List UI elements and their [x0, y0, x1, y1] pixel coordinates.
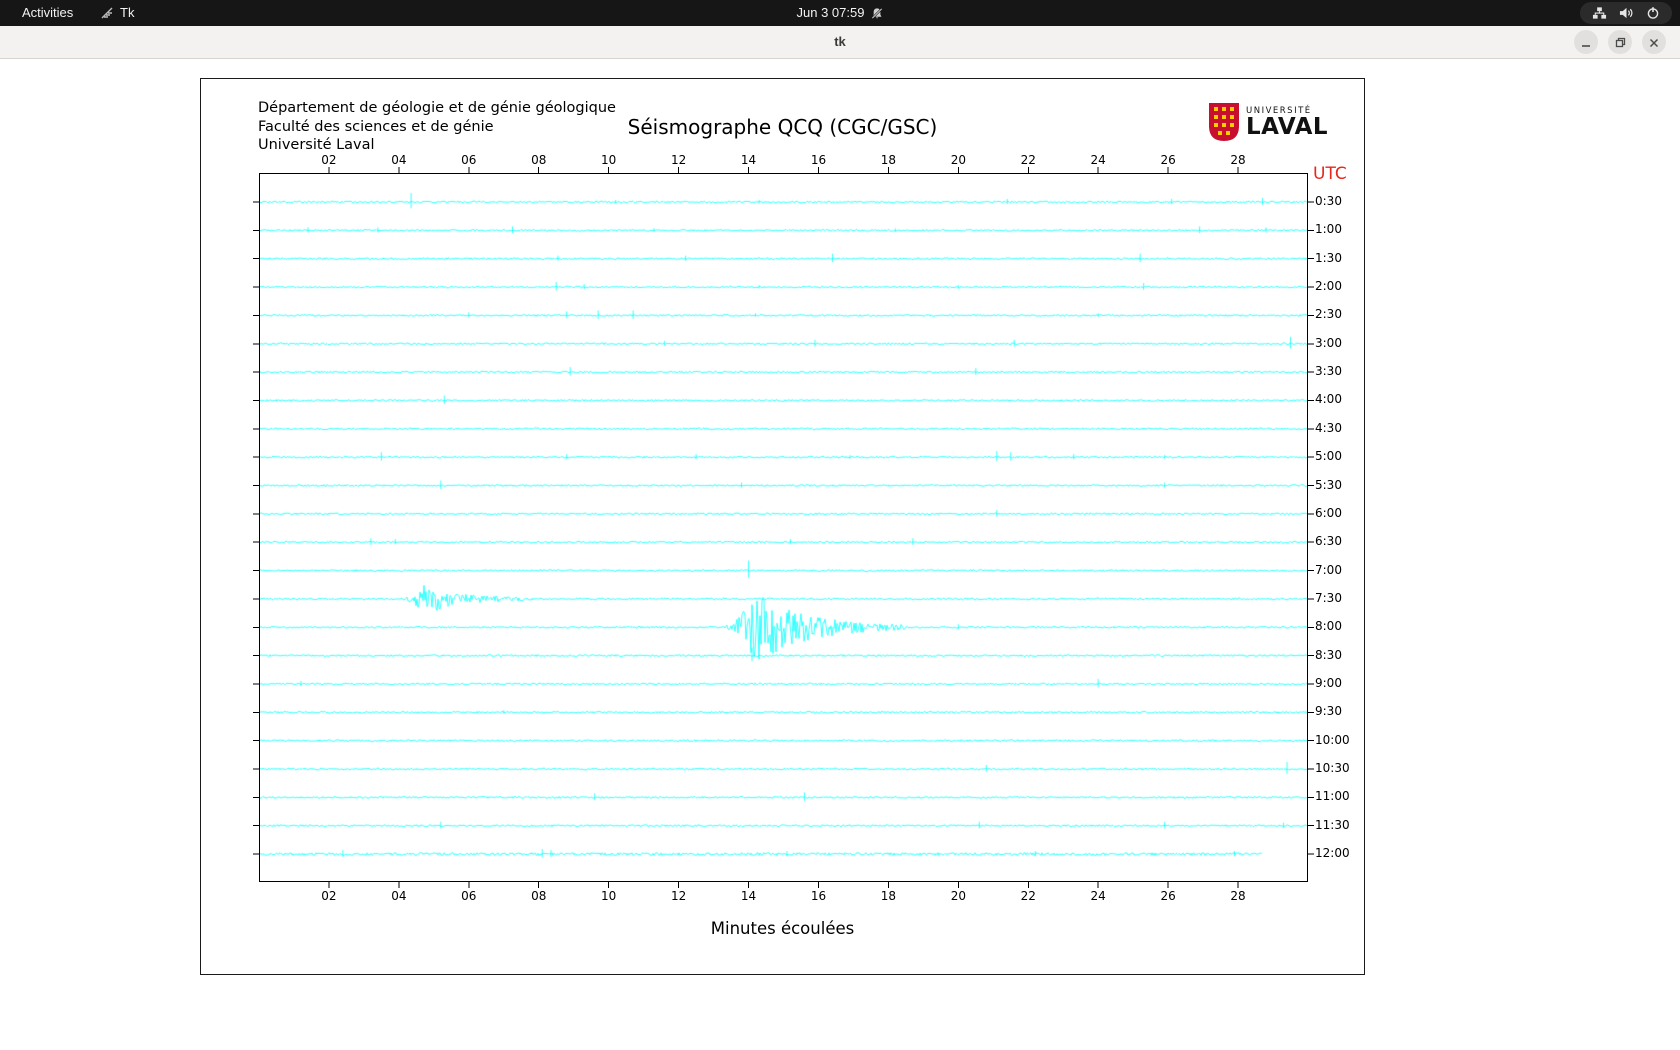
- x-tick-label-bottom: 18: [873, 889, 903, 903]
- seismograph-canvas: [259, 173, 1308, 882]
- close-icon: [1649, 38, 1659, 48]
- focused-app-menu[interactable]: Tk: [100, 0, 134, 26]
- x-tick-label-bottom: 10: [594, 889, 624, 903]
- volume-icon: [1619, 6, 1634, 20]
- x-tick-label-bottom: 14: [734, 889, 764, 903]
- utc-time-label: 7:00: [1315, 563, 1342, 577]
- x-tick-label-bottom: 28: [1223, 889, 1253, 903]
- power-icon: [1646, 6, 1660, 20]
- activities-button[interactable]: Activities: [14, 0, 81, 26]
- logo-text: UNIVERSITÉ LAVAL: [1246, 106, 1328, 139]
- utc-time-label: 6:30: [1315, 534, 1342, 548]
- clock-text: Jun 3 07:59: [797, 0, 865, 26]
- system-status-area[interactable]: [1580, 2, 1672, 24]
- minimize-icon: [1581, 38, 1591, 48]
- logo-text-big: LAVAL: [1246, 116, 1328, 139]
- utc-time-label: 2:30: [1315, 307, 1342, 321]
- x-tick-label-top: 24: [1083, 153, 1113, 167]
- utc-time-label: 5:30: [1315, 478, 1342, 492]
- utc-time-label: 2:00: [1315, 279, 1342, 293]
- x-tick-label-top: 08: [524, 153, 554, 167]
- notifications-muted-icon: [870, 7, 883, 20]
- minimize-button[interactable]: [1574, 30, 1598, 54]
- laval-shield-icon: [1209, 103, 1239, 141]
- x-tick-label-top: 22: [1013, 153, 1043, 167]
- utc-time-label: 5:00: [1315, 449, 1342, 463]
- x-tick-label-top: 28: [1223, 153, 1253, 167]
- close-button[interactable]: [1642, 30, 1666, 54]
- x-tick-label-bottom: 08: [524, 889, 554, 903]
- x-tick-label-top: 26: [1153, 153, 1183, 167]
- maximize-button[interactable]: [1608, 30, 1632, 54]
- network-icon: [1592, 6, 1607, 20]
- utc-label: UTC: [1313, 164, 1347, 184]
- x-tick-label-top: 14: [734, 153, 764, 167]
- utc-time-label: 8:00: [1315, 619, 1342, 633]
- utc-time-label: 4:30: [1315, 421, 1342, 435]
- x-tick-label-top: 12: [664, 153, 694, 167]
- x-tick-label-bottom: 24: [1083, 889, 1113, 903]
- desktop: Activities Tk Jun 3 07:59: [0, 0, 1680, 1050]
- x-tick-label-top: 16: [803, 153, 833, 167]
- utc-time-label: 4:00: [1315, 392, 1342, 406]
- utc-time-label: 10:30: [1315, 761, 1350, 775]
- utc-time-label: 12:00: [1315, 846, 1350, 860]
- seismogram-plot: [259, 173, 1308, 882]
- utc-time-label: 3:30: [1315, 364, 1342, 378]
- seismograph-frame: Département de géologie et de génie géol…: [200, 78, 1365, 975]
- window-titlebar[interactable]: tk: [0, 26, 1680, 59]
- x-tick-label-bottom: 16: [803, 889, 833, 903]
- x-tick-label-top: 18: [873, 153, 903, 167]
- utc-time-label: 0:30: [1315, 194, 1342, 208]
- utc-time-label: 6:00: [1315, 506, 1342, 520]
- x-tick-label-top: 20: [943, 153, 973, 167]
- x-tick-label-top: 02: [314, 153, 344, 167]
- utc-time-label: 10:00: [1315, 733, 1350, 747]
- universite-laval-logo: UNIVERSITÉ LAVAL: [1209, 103, 1328, 141]
- utc-time-label: 9:00: [1315, 676, 1342, 690]
- x-tick-label-bottom: 12: [664, 889, 694, 903]
- utc-time-label: 1:30: [1315, 251, 1342, 265]
- x-tick-label-bottom: 20: [943, 889, 973, 903]
- utc-time-label: 1:00: [1315, 222, 1342, 236]
- utc-time-label: 8:30: [1315, 648, 1342, 662]
- x-axis-label: Minutes écoulées: [201, 919, 1364, 938]
- clock-menu[interactable]: Jun 3 07:59: [797, 0, 884, 26]
- window-title: tk: [0, 26, 1680, 58]
- x-tick-label-bottom: 26: [1153, 889, 1183, 903]
- x-tick-label-bottom: 02: [314, 889, 344, 903]
- x-tick-label-bottom: 22: [1013, 889, 1043, 903]
- x-tick-label-top: 04: [384, 153, 414, 167]
- x-tick-label-bottom: 04: [384, 889, 414, 903]
- focused-app-label: Tk: [120, 0, 134, 26]
- x-tick-label-top: 06: [454, 153, 484, 167]
- utc-time-label: 11:30: [1315, 818, 1350, 832]
- gnome-top-bar: Activities Tk Jun 3 07:59: [0, 0, 1680, 26]
- utc-time-label: 7:30: [1315, 591, 1342, 605]
- plot-title: Séismographe QCQ (CGC/GSC): [201, 115, 1364, 139]
- x-tick-label-bottom: 06: [454, 889, 484, 903]
- utc-time-label: 9:30: [1315, 704, 1342, 718]
- restore-icon: [1615, 37, 1626, 48]
- utc-time-label: 3:00: [1315, 336, 1342, 350]
- utc-time-label: 11:00: [1315, 789, 1350, 803]
- tk-icon: [100, 6, 114, 20]
- x-tick-label-top: 10: [594, 153, 624, 167]
